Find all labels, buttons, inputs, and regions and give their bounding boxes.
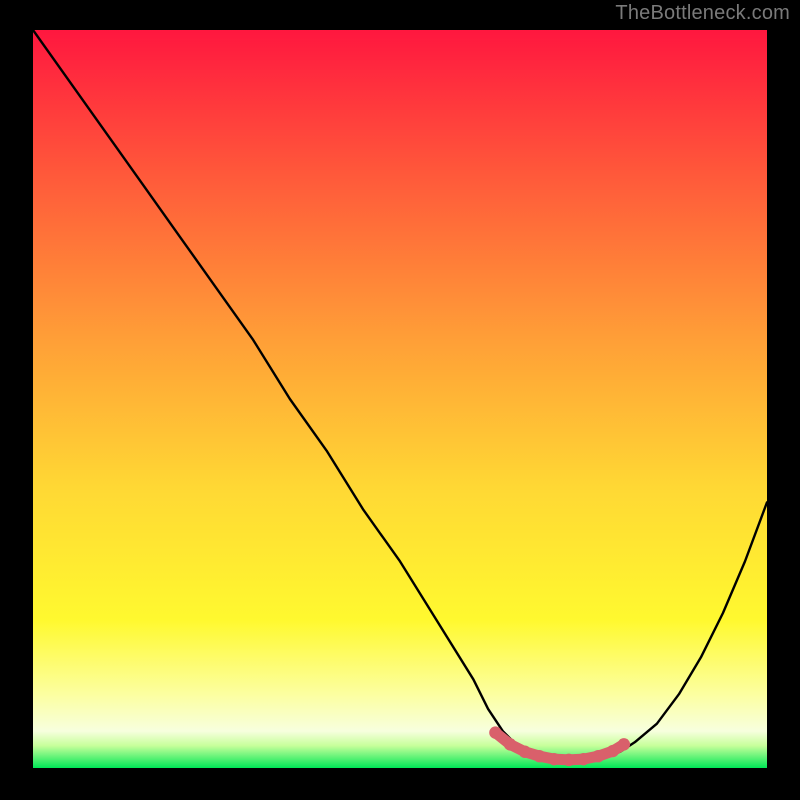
optimal-zone-dot bbox=[533, 750, 545, 762]
attribution-label: TheBottleneck.com bbox=[615, 2, 790, 25]
plot-svg bbox=[33, 30, 767, 768]
chart-frame: TheBottleneck.com bbox=[0, 0, 800, 800]
optimal-zone-dot bbox=[563, 754, 575, 766]
optimal-zone-dot bbox=[592, 750, 604, 762]
optimal-zone-dot bbox=[548, 753, 560, 765]
optimal-zone-dot bbox=[504, 738, 516, 750]
bottleneck-plot bbox=[33, 30, 767, 768]
optimal-zone-dot bbox=[618, 738, 630, 750]
optimal-zone-dot bbox=[577, 753, 589, 765]
gradient-background bbox=[33, 30, 767, 768]
optimal-zone-dot bbox=[489, 726, 501, 738]
optimal-zone-dot bbox=[519, 746, 531, 758]
optimal-zone-dot bbox=[607, 745, 619, 757]
